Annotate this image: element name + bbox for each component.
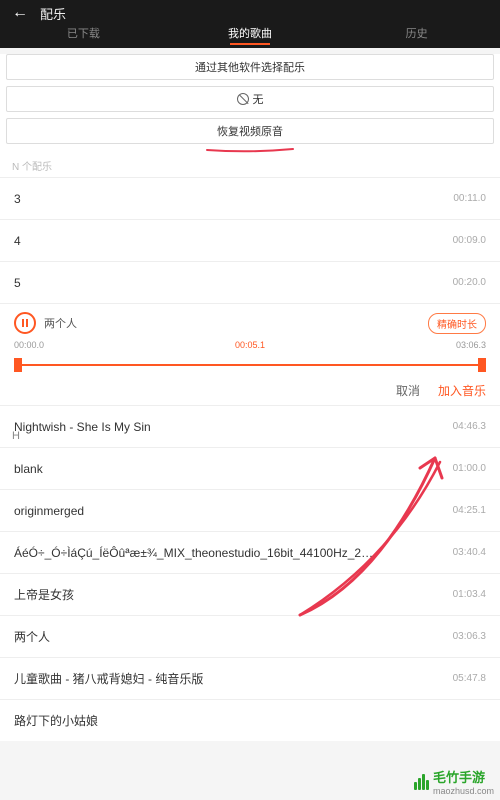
confirm-add-music-button[interactable]: 加入音乐 [438,382,486,399]
slider-handle-end[interactable] [478,358,486,372]
track-name: 3 [14,192,21,206]
section-label: N 个配乐 [0,150,500,177]
player-panel: 两个人 精确时长 00:00.0 00:05.1 03:06.3 取消 加入音乐 [0,303,500,405]
track-row[interactable]: 5 00:20.0 [0,261,500,303]
option-none[interactable]: 无 [6,86,494,112]
track-name: 两个人 [14,628,50,645]
page-title: 配乐 [40,4,66,23]
track-list-before: 3 00:11.0 4 00:09.0 5 00:20.0 [0,177,500,303]
track-duration: 01:00.0 [453,463,486,474]
track-name: 路灯下的小姑娘 [14,712,98,729]
track-row[interactable]: blank 01:00.0 [0,447,500,489]
track-duration: 00:20.0 [453,277,486,288]
track-row[interactable]: 4 00:09.0 [0,219,500,261]
back-icon[interactable]: ← [12,4,28,22]
watermark: 毛竹手游 maozhusd.com [414,767,494,796]
track-name: 4 [14,234,21,248]
slider-track [14,364,486,366]
track-duration: 04:46.3 [453,421,486,432]
time-end: 03:06.3 [456,340,486,350]
watermark-brand: 毛竹手游 [433,767,494,786]
option-restore-audio[interactable]: 恢复视频原音 [6,118,494,144]
track-row[interactable]: Nightwish - She Is My Sin 04:46.3 [0,405,500,447]
track-name: 5 [14,276,21,290]
slider-handle-start[interactable] [14,358,22,372]
track-duration: 03:40.4 [453,547,486,558]
track-duration: 03:06.3 [453,631,486,642]
track-name: Nightwish - She Is My Sin [14,420,151,434]
watermark-link: maozhusd.com [433,786,494,796]
cancel-button[interactable]: 取消 [396,382,420,399]
option-other-software[interactable]: 通过其他软件选择配乐 [6,54,494,80]
track-name: originmerged [14,504,84,518]
track-name: 上帝是女孩 [14,586,74,603]
trim-slider[interactable] [14,352,486,372]
option-label: 恢复视频原音 [217,123,283,139]
option-label: 通过其他软件选择配乐 [195,59,305,75]
tab-history[interactable]: 历史 [333,25,500,45]
index-letter: H [12,430,20,442]
player-track-title: 两个人 [44,315,77,331]
track-row[interactable]: 儿童歌曲 - 猪八戒背媳妇 - 纯音乐版 05:47.8 [0,657,500,699]
time-current: 00:05.1 [235,340,265,350]
tab-my-songs[interactable]: 我的歌曲 [167,25,334,45]
tab-downloaded[interactable]: 已下载 [0,25,167,45]
header-bar: ← 配乐 已下载 我的歌曲 历史 [0,0,500,48]
track-duration: 04:25.1 [453,505,486,516]
track-duration: 05:47.8 [453,673,486,684]
track-row[interactable]: 上帝是女孩 01:03.4 [0,573,500,615]
track-row[interactable]: ÁéÓ÷_Ó÷ÌáÇú_ÍëÔûªæ±¾_MIX_theonestudio_16… [0,531,500,573]
track-row[interactable]: 3 00:11.0 [0,177,500,219]
track-name: 儿童歌曲 - 猪八戒背媳妇 - 纯音乐版 [14,670,203,687]
pause-button[interactable] [14,312,36,334]
annotation-underline [205,147,295,153]
track-duration: 00:09.0 [453,235,486,246]
option-label: 无 [253,91,264,107]
time-start: 00:00.0 [14,340,44,350]
track-row[interactable]: 路灯下的小姑娘 [0,699,500,741]
tab-bar: 已下载 我的歌曲 历史 [0,22,500,48]
ban-icon [237,93,249,105]
watermark-logo-icon [414,774,429,790]
track-list-after: Nightwish - She Is My Sin 04:46.3 blank … [0,405,500,741]
track-name: blank [14,462,43,476]
track-row[interactable]: originmerged 04:25.1 [0,489,500,531]
track-duration: 01:03.4 [453,589,486,600]
pause-icon [21,314,29,332]
track-row[interactable]: 两个人 03:06.3 [0,615,500,657]
track-duration: 00:11.0 [453,193,486,204]
precise-duration-button[interactable]: 精确时长 [428,313,486,334]
main-content: 通过其他软件选择配乐 无 恢复视频原音 N 个配乐 3 00:11.0 4 00… [0,54,500,741]
track-name: ÁéÓ÷_Ó÷ÌáÇú_ÍëÔûªæ±¾_MIX_theonestudio_16… [14,546,374,560]
